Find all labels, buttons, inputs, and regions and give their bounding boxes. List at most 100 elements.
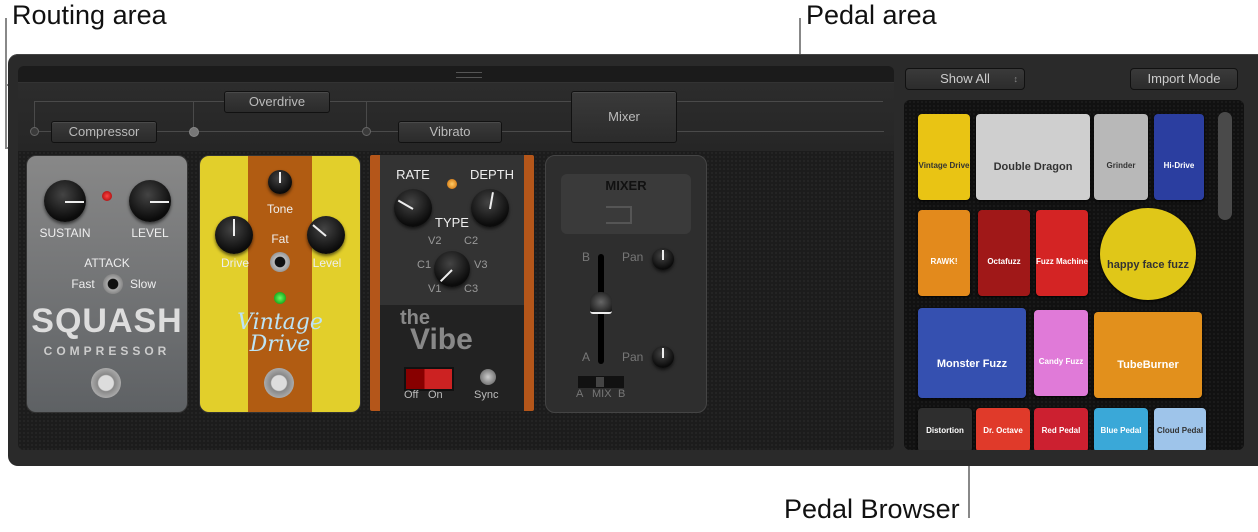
mixer-routing-icon — [606, 206, 632, 224]
depth-label: DEPTH — [469, 167, 515, 182]
level-label: LEVEL — [131, 226, 169, 240]
browser-pedal-dr-octave[interactable]: Dr. Octave — [976, 408, 1030, 450]
callout-routing-bracket — [5, 18, 7, 148]
type-position-v1: V1 — [428, 283, 442, 295]
mix-label: MIX — [592, 388, 612, 400]
type-position-c1: C1 — [417, 259, 432, 271]
attack-label: ATTACK — [84, 256, 130, 270]
routing-node-merge[interactable] — [362, 127, 371, 136]
browser-pedal-rawk[interactable]: RAWK! — [918, 210, 970, 296]
mixer-title: MIXER — [605, 178, 647, 193]
fat-toggle[interactable] — [270, 252, 290, 272]
browser-pedal-hi-drive[interactable]: Hi-Drive — [1154, 114, 1204, 200]
browser-pedal-label: Red Pedal — [1041, 425, 1081, 435]
callout-routing-area: Routing area — [12, 0, 167, 30]
rate-label: RATE — [396, 167, 430, 182]
compressor-subtitle: COMPRESSOR — [43, 344, 171, 358]
browser-pedal-red-pedal[interactable]: Red Pedal — [1034, 408, 1088, 450]
off-on-switch[interactable] — [404, 367, 454, 391]
led-indicator — [102, 191, 112, 201]
callout-pedal-area: Pedal area — [806, 0, 937, 30]
drive-knob[interactable] — [215, 216, 253, 254]
browser-pedal-monster-fuzz[interactable]: Monster Fuzz — [918, 308, 1026, 398]
type-position-v3: V3 — [474, 259, 488, 271]
browser-pedal-label: Grinder — [1106, 161, 1136, 171]
browser-scrollbar[interactable] — [1218, 112, 1232, 220]
browser-pedal-label: Cloud Pedal — [1156, 425, 1204, 435]
type-label: TYPE — [435, 215, 469, 230]
mix-slider[interactable] — [578, 376, 624, 388]
routing-node-input[interactable] — [30, 127, 39, 136]
sustain-knob[interactable] — [44, 180, 86, 222]
browser-pedal-label: Blue Pedal — [1100, 425, 1142, 435]
updown-chevron-icon: ↕ — [1013, 74, 1019, 84]
browser-pedal-fuzz-machine[interactable]: Fuzz Machine — [1036, 210, 1088, 296]
routing-mixer-button[interactable]: Mixer — [571, 91, 677, 143]
pedal-the-vibe[interactable]: RATE DEPTH TYPE V2 C2 C1 V3 V1 C3 the Vi… — [370, 155, 534, 411]
pedalboard-panel: Compressor Overdrive Vibrato Mixer SUSTA… — [18, 66, 894, 450]
mix-fader-handle[interactable] — [590, 292, 612, 314]
filter-popup[interactable]: Show All ↕ — [905, 68, 1025, 90]
sync-button[interactable] — [480, 369, 496, 385]
slow-label: Slow — [129, 277, 156, 291]
type-position-c2: C2 — [464, 235, 479, 247]
grip-icon[interactable] — [456, 72, 482, 78]
level-label: Level — [312, 256, 342, 270]
browser-pedal-label: Octafuzz — [987, 257, 1021, 267]
browser-pedal-label: Candy Fuzz — [1038, 357, 1084, 367]
routing-slot-compressor[interactable]: Compressor — [51, 121, 157, 143]
browser-pedal-label: happy face fuzz — [1107, 258, 1189, 271]
callout-pedal-browser: Pedal Browser — [784, 494, 960, 524]
browser-pedal-label: Monster Fuzz — [936, 357, 1008, 370]
browser-pedal-tubeburner[interactable]: TubeBurner — [1094, 312, 1202, 398]
sync-label: Sync — [474, 389, 499, 401]
drive-title: Drive — [249, 332, 311, 357]
level-knob[interactable] — [129, 180, 171, 222]
footswitch[interactable] — [264, 368, 294, 398]
browser-pedal-blue-pedal[interactable]: Blue Pedal — [1094, 408, 1148, 450]
browser-pedal-label: Double Dragon — [993, 161, 1073, 174]
type-position-v2: V2 — [428, 235, 442, 247]
a-label: A — [582, 350, 591, 364]
routing-node-split[interactable] — [189, 127, 199, 137]
mix-a-label: A — [576, 388, 584, 400]
on-label: On — [428, 389, 443, 401]
filter-value: Show All — [940, 71, 990, 86]
browser-pedal-label: TubeBurner — [1117, 359, 1179, 372]
squash-title: SQUASH — [31, 302, 183, 340]
led-indicator — [447, 179, 457, 189]
tone-knob[interactable] — [268, 170, 292, 194]
browser-pedal-double-dragon[interactable]: Double Dragon — [976, 114, 1090, 200]
pan-b-label: Pan — [622, 250, 644, 264]
level-knob[interactable] — [307, 216, 345, 254]
browser-pedal-grinder[interactable]: Grinder — [1094, 114, 1148, 200]
drive-label: Drive — [220, 256, 249, 270]
resize-bar[interactable] — [18, 66, 894, 83]
import-mode-button[interactable]: Import Mode — [1130, 68, 1238, 90]
b-label: B — [582, 250, 591, 264]
pan-a-knob[interactable] — [652, 346, 674, 368]
browser-pedal-distortion[interactable]: Distortion — [918, 408, 972, 450]
tone-label: Tone — [266, 202, 294, 216]
browser-pedal-cloud-pedal[interactable]: Cloud Pedal — [1154, 408, 1206, 450]
pedal-squash-compressor[interactable]: SUSTAIN LEVEL ATTACK Fast Slow SQUASH CO… — [26, 155, 188, 413]
browser-pedal-candy-fuzz[interactable]: Candy Fuzz — [1034, 310, 1088, 396]
browser-pedal-label: Hi-Drive — [1163, 161, 1195, 171]
pedal-browser: Vintage Drive Double Dragon Grinder Hi-Driv… — [904, 100, 1244, 450]
pan-b-knob[interactable] — [652, 248, 674, 270]
browser-pedal-octafuzz[interactable]: Octafuzz — [978, 210, 1030, 296]
routing-slot-vibrato[interactable]: Vibrato — [398, 121, 502, 143]
browser-pedal-happy-face-fuzz[interactable]: happy face fuzz — [1100, 208, 1196, 300]
sustain-label: SUSTAIN — [39, 226, 91, 240]
type-knob[interactable] — [434, 251, 470, 287]
pedal-mixer[interactable]: MIXER B Pan A Pan A MIX B — [545, 155, 707, 413]
attack-toggle[interactable] — [103, 274, 123, 294]
browser-pedal-vintage-drive[interactable]: Vintage Drive — [918, 114, 970, 200]
browser-pedal-label: Dr. Octave — [983, 425, 1023, 435]
footswitch[interactable] — [91, 368, 121, 398]
routing-slot-overdrive[interactable]: Overdrive — [224, 91, 330, 113]
browser-pedal-label: RAWK! — [930, 257, 958, 267]
led-indicator — [274, 292, 286, 304]
pan-a-label: Pan — [622, 350, 644, 364]
pedal-vintage-drive[interactable]: Tone Fat Drive Level Vintage Drive — [199, 155, 361, 413]
